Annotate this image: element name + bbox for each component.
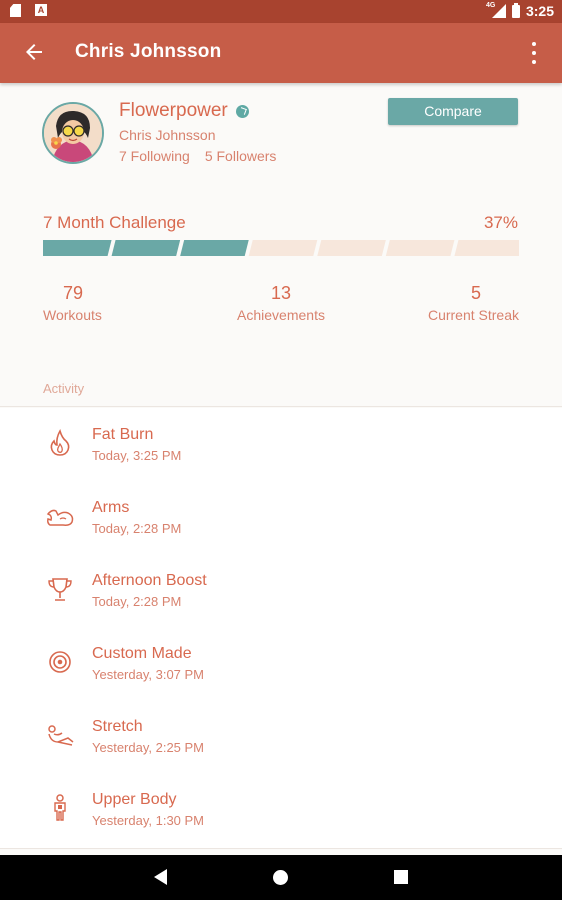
activity-time: Yesterday, 1:30 PM xyxy=(92,813,205,828)
following-link[interactable]: 7 Following xyxy=(119,148,190,164)
status-time: 3:25 xyxy=(525,3,554,19)
activity-name: Afternoon Boost xyxy=(92,572,207,589)
real-name: Chris Johnsson xyxy=(119,127,216,143)
nav-recents-icon[interactable] xyxy=(394,870,408,884)
notification-icons: A xyxy=(10,4,47,17)
avatar[interactable] xyxy=(42,102,104,164)
divider xyxy=(0,406,562,407)
activity-name: Stretch xyxy=(92,718,143,735)
list-item-afternoon-boost[interactable]: Afternoon Boost Today, 2:28 PM xyxy=(0,554,562,627)
activity-time: Today, 2:28 PM xyxy=(92,594,182,609)
activity-time: Today, 2:28 PM xyxy=(92,521,182,536)
challenge-percent: 37% xyxy=(483,213,518,232)
stat-label: Current Streak xyxy=(427,307,519,323)
arrow-back-icon[interactable] xyxy=(22,40,46,64)
nav-back-icon[interactable] xyxy=(154,869,167,885)
app-bar: Chris Johnsson xyxy=(0,23,562,83)
system-nav-bar xyxy=(0,855,562,900)
progress-segment-filled xyxy=(180,240,249,256)
activity-list: Fat Burn Today, 3:25 PM Arms Today, 2:28… xyxy=(0,408,562,848)
followers-link[interactable]: 5 Followers xyxy=(205,148,277,164)
username-text: Flowerpower xyxy=(119,100,228,121)
list-item-custom-made[interactable]: Custom Made Yesterday, 3:07 PM xyxy=(0,627,562,700)
app-notification-icon: A xyxy=(35,4,47,16)
stat-workouts: 79 Workouts xyxy=(43,283,102,323)
body-icon xyxy=(46,793,74,823)
list-item-upper-body[interactable]: Upper Body Yesterday, 1:30 PM xyxy=(0,773,562,846)
trophy-icon xyxy=(46,574,74,604)
stat-value: 79 xyxy=(63,283,84,303)
activity-name: Custom Made xyxy=(92,645,192,662)
activity-time: Yesterday, 2:25 PM xyxy=(92,740,205,755)
follow-counts: 7 Following 5 Followers xyxy=(119,148,276,164)
activity-time: Yesterday, 3:07 PM xyxy=(92,667,205,682)
arm-muscle-icon xyxy=(46,501,74,531)
stretch-icon xyxy=(46,720,74,750)
divider xyxy=(0,848,562,849)
battery-icon xyxy=(511,2,520,18)
verified-badge-icon xyxy=(235,104,249,118)
flame-icon xyxy=(46,428,74,458)
stat-current-streak: 5 Current Streak xyxy=(428,283,519,323)
stat-label: Workouts xyxy=(43,307,102,323)
page-title: Chris Johnsson xyxy=(75,41,222,62)
activity-header: Activity xyxy=(43,381,85,396)
stat-value: 13 xyxy=(270,283,292,303)
activity-name: Arms xyxy=(92,499,130,516)
target-icon xyxy=(46,647,74,677)
signal-icon: 4G xyxy=(486,2,506,18)
list-item-stretch[interactable]: Stretch Yesterday, 2:25 PM xyxy=(0,700,562,773)
compare-button[interactable]: Compare xyxy=(388,98,518,125)
status-icons: 4G 3:25 xyxy=(486,2,554,19)
progress-segment-filled xyxy=(43,240,112,256)
list-item-arms[interactable]: Arms Today, 2:28 PM xyxy=(0,481,562,554)
nav-home-icon[interactable] xyxy=(273,870,288,885)
progress-segment-empty xyxy=(248,240,318,256)
status-bar: A 4G 3:25 xyxy=(0,0,562,23)
username: Flowerpower xyxy=(119,100,249,122)
progress-segment-filled xyxy=(111,240,181,256)
activity-name: Upper Body xyxy=(92,791,177,808)
list-item-fat-burn[interactable]: Fat Burn Today, 3:25 PM xyxy=(0,408,562,481)
progress-segment-empty xyxy=(385,240,455,256)
sd-card-icon xyxy=(10,4,21,17)
activity-name: Fat Burn xyxy=(92,426,154,443)
progress-segment-empty xyxy=(317,240,386,256)
more-vert-icon[interactable] xyxy=(524,42,544,64)
challenge-title: 7 Month Challenge xyxy=(43,213,186,232)
stat-achievements: 13 Achievements xyxy=(236,283,326,323)
activity-time: Today, 3:25 PM xyxy=(92,448,182,463)
stat-value: 5 xyxy=(470,283,481,303)
stat-label: Achievements xyxy=(237,307,325,323)
progress-segment-empty xyxy=(454,240,519,256)
challenge-progress-bar xyxy=(43,240,519,256)
